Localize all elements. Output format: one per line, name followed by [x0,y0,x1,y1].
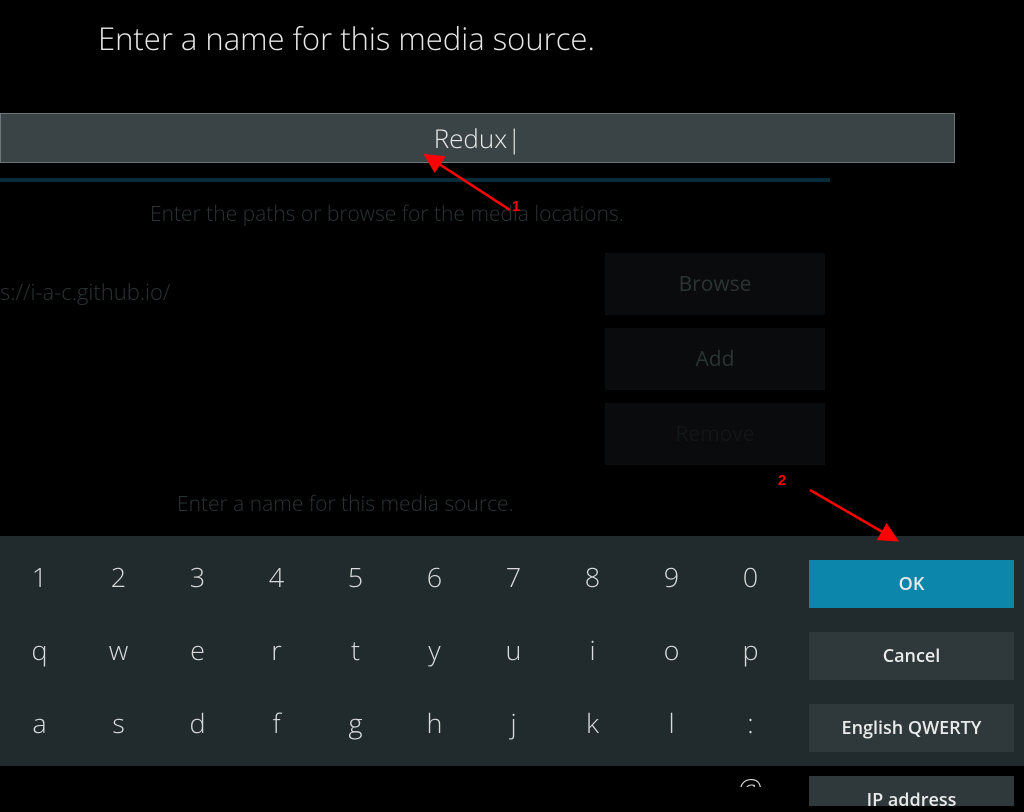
bg-paths-heading: Enter the paths or browse for the media … [150,200,624,228]
annotation-label-1: 1 [512,198,520,215]
key-1[interactable]: 1 [0,540,79,613]
key-g[interactable]: g [316,686,395,759]
key-h[interactable]: h [395,686,474,759]
key-l[interactable]: l [632,686,711,759]
key-p[interactable]: p [711,613,790,686]
key-f[interactable]: f [237,686,316,759]
key-0[interactable]: 0 [711,540,790,613]
keyboard-side-buttons: OK Cancel English QWERTY IP address [809,536,1024,806]
key-k[interactable]: k [553,686,632,759]
key-e[interactable]: e [158,613,237,686]
bg-name-heading: Enter a name for this media source. [177,490,514,518]
key-grid: 1 2 3 4 5 6 7 8 9 0 q w e r t y u i o p … [0,536,793,787]
onscreen-keyboard: 1 2 3 4 5 6 7 8 9 0 q w e r t y u i o p … [0,536,1024,766]
key-colon[interactable]: : [711,686,790,759]
key-w[interactable]: w [79,613,158,686]
annotation-label-2: 2 [778,472,786,489]
divider [0,178,830,182]
key-o[interactable]: o [632,613,711,686]
key-row-4: @ [0,759,793,787]
key-2[interactable]: 2 [79,540,158,613]
text-cursor: | [507,120,521,156]
bg-browse-button: Browse [605,253,825,315]
ip-address-button[interactable]: IP address [809,776,1014,806]
key-i[interactable]: i [553,613,632,686]
key-row-3: a s d f g h j k l : [0,686,793,759]
key-row-2: q w e r t y u i o p [0,613,793,686]
ok-button[interactable]: OK [809,560,1014,608]
key-j[interactable]: j [474,686,553,759]
key-9[interactable]: 9 [632,540,711,613]
key-4[interactable]: 4 [237,540,316,613]
dialog-title: Enter a name for this media source. [98,18,595,60]
key-d[interactable]: d [158,686,237,759]
input-value: Redux [434,120,508,156]
key-a[interactable]: a [0,686,79,759]
key-u[interactable]: u [474,613,553,686]
key-t[interactable]: t [316,613,395,686]
bg-path-value: s://i-a-c.github.io/ [0,277,170,307]
key-7[interactable]: 7 [474,540,553,613]
key-at[interactable]: @ [711,759,790,787]
key-8[interactable]: 8 [553,540,632,613]
key-r[interactable]: r [237,613,316,686]
source-name-input[interactable]: Redux| [0,113,955,163]
bg-add-button: Add [605,328,825,390]
bg-remove-button: Remove [605,403,825,465]
key-6[interactable]: 6 [395,540,474,613]
cancel-button[interactable]: Cancel [809,632,1014,680]
key-q[interactable]: q [0,613,79,686]
key-3[interactable]: 3 [158,540,237,613]
layout-button[interactable]: English QWERTY [809,704,1014,752]
key-y[interactable]: y [395,613,474,686]
key-s[interactable]: s [79,686,158,759]
key-5[interactable]: 5 [316,540,395,613]
key-row-1: 1 2 3 4 5 6 7 8 9 0 [0,540,793,613]
